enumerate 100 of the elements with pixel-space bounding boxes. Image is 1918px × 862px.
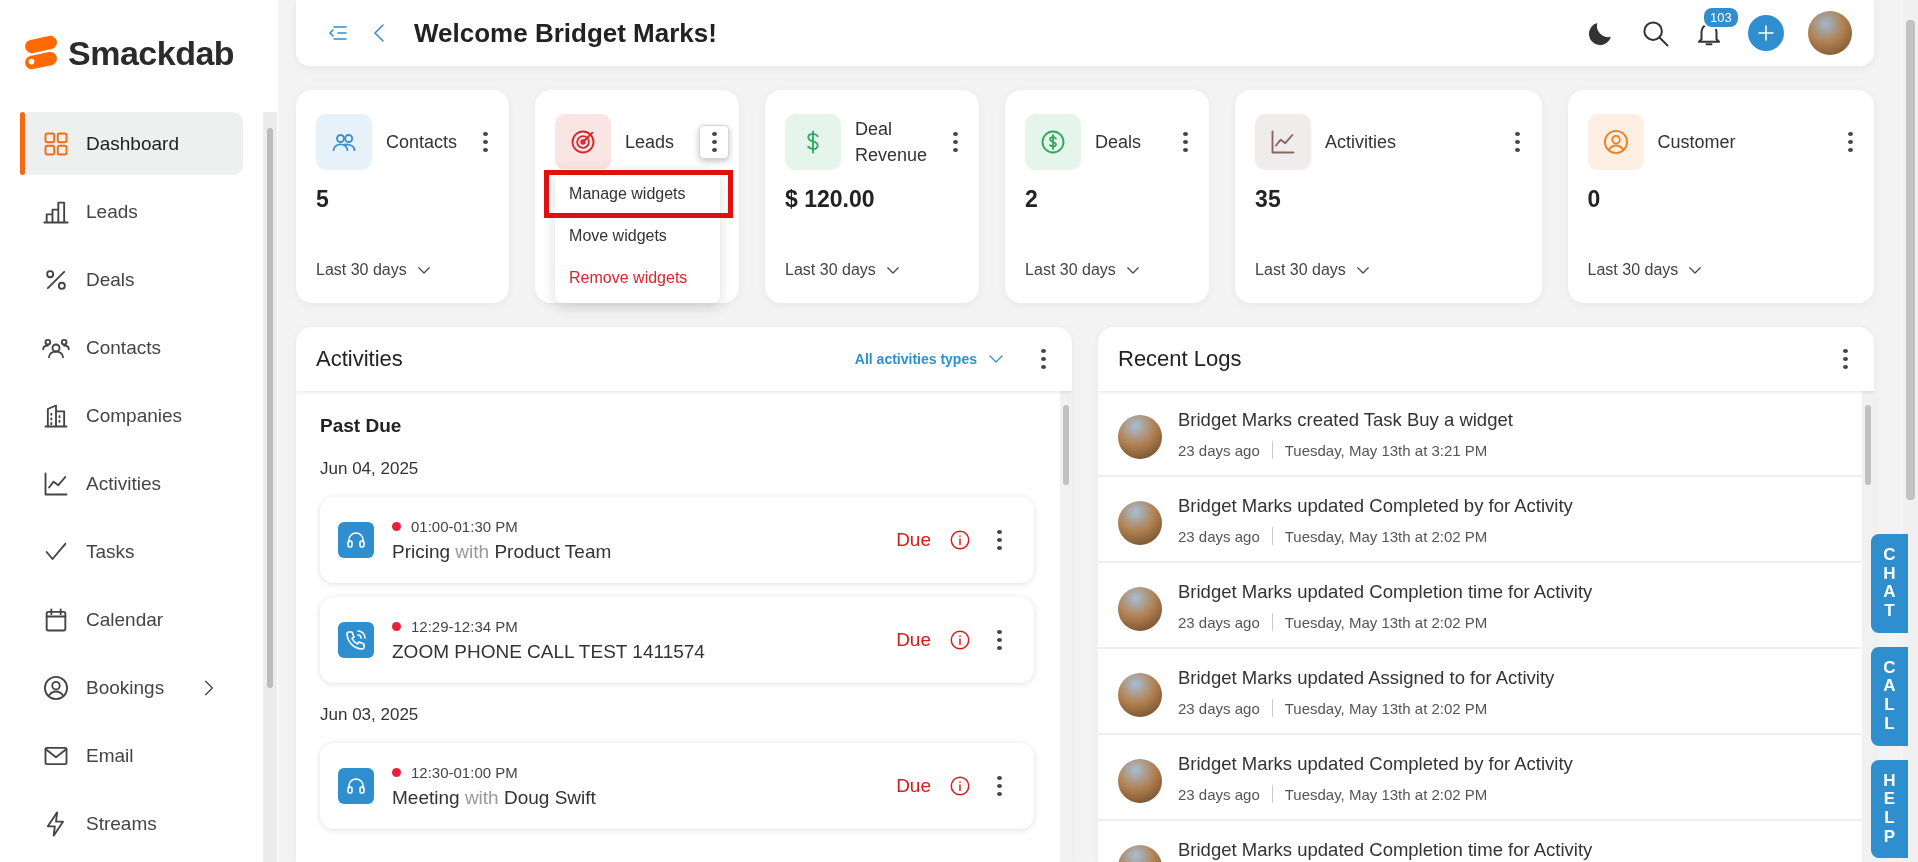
widget-value: 35 [1255,186,1282,213]
side-tab[interactable]: CHAT [1871,534,1908,633]
notification-badge: 103 [1702,6,1740,29]
activity-card[interactable]: 01:00-01:30 PM Pricing with Product Team Due [320,497,1034,583]
kebab-menu-icon[interactable] [1843,349,1848,369]
date-heading: Jun 04, 2025 [320,459,420,479]
search-icon [1640,18,1670,48]
kebab-menu-icon[interactable] [1041,349,1046,369]
relative-time: 23 days ago [1178,699,1260,717]
widget-value: 5 [316,186,330,213]
scrollbar[interactable] [263,112,277,862]
brand-logo-text: Smackdab [68,33,235,73]
period-dropdown[interactable]: Last 30 days [1255,261,1372,279]
timestamp: Tuesday, May 13th at 2:02 PM [1284,527,1488,545]
headset-icon [338,522,374,558]
activity-type-filter[interactable]: All activities types [854,350,1005,368]
side-tab[interactable]: HELP [1871,759,1908,859]
log-text: Bridget Marks updated Completed by for Activity [1178,753,1573,775]
log-text: Bridget Marks updated Completed by for Activity [1178,495,1573,517]
sidebar-item[interactable]: Companies [20,384,243,447]
avatar [1118,587,1162,631]
relative-time: 23 days ago [1178,527,1260,545]
headset-icon [338,768,374,804]
relative-time: 23 days ago [1178,785,1260,803]
sidebar-item[interactable]: Dashboard [20,112,243,175]
status-label: Due [896,629,931,651]
activity-time: 12:30-01:00 PM [411,763,518,781]
menu-item[interactable]: Remove widgets [555,257,721,299]
scrollbar[interactable] [1862,391,1874,862]
timestamp: Tuesday, May 13th at 2:02 PM [1284,699,1488,717]
status-label: Due [896,529,931,551]
add-button[interactable] [1748,15,1784,51]
activity-title: ZOOM PHONE CALL TEST 1411574 [392,640,706,663]
widget-value: 2 [1025,186,1039,213]
widget-title: Deal Revenue [855,117,928,167]
sidebar-item[interactable]: Deals [20,248,243,311]
kebab-menu-button[interactable] [699,125,730,159]
widget-title: Customer [1657,130,1737,154]
section-heading: Past Due [320,415,403,437]
avatar [1118,759,1162,803]
kebab-menu-icon[interactable] [997,530,1002,550]
sidebar-item[interactable]: Leads [20,180,243,243]
info-icon [949,529,971,551]
widget-title: Leads [625,130,676,154]
avatar [1118,415,1162,459]
status-label: Due [896,775,931,797]
info-icon [949,775,971,797]
phone-icon [338,622,374,658]
kebab-icon [1182,132,1188,152]
kebab-menu-icon[interactable] [997,630,1002,650]
sidebar-item[interactable]: Activities [20,452,243,515]
widget-value: $ 120.00 [785,186,876,213]
sidebar-item[interactable]: Tasks [20,520,243,583]
sidebar-item[interactable]: Streams [20,792,243,855]
avatar [1118,673,1162,717]
widget-title: Deals [1095,130,1143,154]
period-dropdown[interactable]: Last 30 days [785,261,902,279]
activity-card[interactable]: 12:30-01:00 PM Meeting with Doug Swift Due [320,743,1034,829]
widget-value: 0 [1587,186,1602,213]
menu-item[interactable]: Move widgets [555,215,721,257]
page-scrollbar[interactable] [1906,20,1915,500]
logo-icon [22,34,60,72]
kebab-menu-icon[interactable] [997,776,1002,796]
avatar[interactable] [1808,11,1852,55]
activity-title: Meeting with Doug Swift [392,786,597,809]
sidebar-item[interactable]: Bookings [20,656,243,719]
timestamp: Tuesday, May 13th at 2:02 PM [1284,613,1488,631]
page-title: Welcome Bridget Marks! [414,17,718,49]
panel-title: Recent Logs [1118,346,1243,372]
widget-title: Activities [1325,130,1398,154]
menu-item[interactable]: Manage widgets [547,173,731,215]
side-tab[interactable]: CALL [1871,646,1908,746]
timestamp: Tuesday, May 13th at 2:02 PM [1284,785,1488,803]
kebab-icon [1847,132,1853,152]
sidebar-item[interactable]: Contacts [20,316,243,379]
kebab-icon [711,132,717,152]
timestamp: Tuesday, May 13th at 3:21 PM [1284,441,1488,459]
sidebar-item[interactable]: Email [20,724,243,787]
relative-time: 23 days ago [1178,441,1260,459]
period-dropdown[interactable]: Last 30 days [1587,261,1705,279]
widget-title: Contacts [386,130,458,154]
activity-card[interactable]: 12:29-12:34 PM ZOOM PHONE CALL TEST 1411574 Due [320,597,1034,683]
log-text: Bridget Marks updated Completion time for Activity [1178,581,1593,603]
log-text: Bridget Marks updated Completion time for Activity [1178,839,1593,861]
activity-time: 12:29-12:34 PM [411,617,518,635]
scrollbar[interactable] [1060,391,1072,862]
avatar [1118,501,1162,545]
sidebar-item[interactable]: Calendar [20,588,243,651]
panel-title: Activities [316,346,404,372]
period-dropdown[interactable]: Last 30 days [1025,261,1142,279]
log-text: Bridget Marks updated Assigned to for Activity [1178,667,1555,689]
kebab-icon [482,132,488,152]
date-heading: Jun 03, 2025 [320,705,420,725]
relative-time: 23 days ago [1178,613,1260,631]
user-circle-icon [42,673,70,702]
log-text: Bridget Marks created Task Buy a widget [1178,409,1513,431]
period-dropdown[interactable]: Last 30 days [316,261,433,279]
kebab-icon [1515,132,1521,152]
info-icon [949,629,971,651]
kebab-icon [952,132,958,152]
